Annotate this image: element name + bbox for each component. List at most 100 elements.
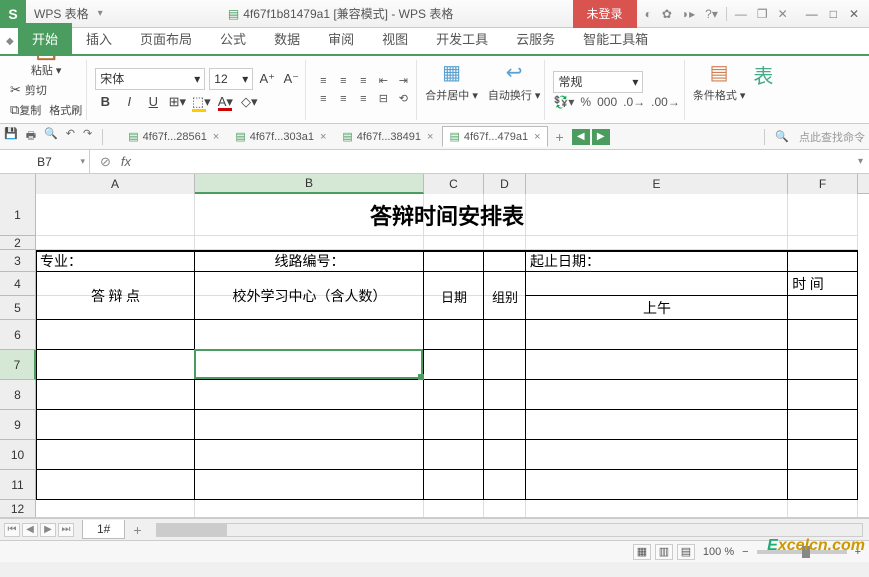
- cond-format-button[interactable]: ▤条件格式 ▾: [693, 60, 746, 120]
- page-view-icon[interactable]: ▥: [655, 544, 673, 560]
- border-button[interactable]: ⊞▾: [167, 92, 187, 112]
- minimize-icon[interactable]: —: [806, 7, 818, 21]
- name-box[interactable]: B7▾: [0, 150, 90, 173]
- close-tab-icon[interactable]: ×: [213, 131, 219, 143]
- align-left-button[interactable]: ≡: [314, 91, 332, 107]
- row-header-9[interactable]: 9: [0, 410, 36, 440]
- tab-cloud[interactable]: 云服务: [502, 23, 569, 54]
- increase-font-button[interactable]: A⁺: [257, 69, 277, 89]
- fill-color-button[interactable]: ⬚▾: [191, 92, 211, 112]
- tab-insert[interactable]: 插入: [72, 23, 126, 54]
- align-middle-button[interactable]: ≡: [334, 73, 352, 89]
- col-header-B[interactable]: B: [195, 174, 424, 194]
- cancel-formula-icon[interactable]: ⊘: [100, 154, 111, 170]
- zoom-out-icon[interactable]: −: [742, 546, 748, 558]
- row-header-3[interactable]: 3: [0, 250, 36, 272]
- row-header-2[interactable]: 2: [0, 236, 36, 250]
- select-all-corner[interactable]: [0, 174, 36, 194]
- doc-tab-1[interactable]: ▤4f67f...28561×: [121, 126, 226, 147]
- sheet-last-icon[interactable]: ⏭: [58, 523, 74, 537]
- settings-icon[interactable]: ✿: [662, 7, 672, 21]
- file-menu-icon[interactable]: ◆: [6, 36, 16, 46]
- decrease-font-button[interactable]: A⁻: [281, 69, 301, 89]
- sheet-tab[interactable]: 1#: [82, 520, 125, 539]
- align-top-button[interactable]: ≡: [314, 73, 332, 89]
- row-header-1[interactable]: 1: [0, 194, 36, 236]
- sync-icon[interactable]: ◐: [645, 7, 652, 21]
- horizontal-scrollbar[interactable]: [156, 523, 863, 537]
- app-menu-dropdown[interactable]: ▾: [98, 8, 109, 19]
- font-name-select[interactable]: 宋体▾: [95, 68, 205, 90]
- align-center-button[interactable]: ≡: [334, 91, 352, 107]
- percent-button[interactable]: %: [580, 95, 591, 109]
- font-color-button[interactable]: A▾: [215, 92, 235, 112]
- font-size-select[interactable]: 12▾: [209, 68, 253, 90]
- merge-button[interactable]: ⊟: [374, 91, 392, 107]
- clear-format-button[interactable]: ◇▾: [239, 92, 259, 112]
- tab-data[interactable]: 数据: [260, 23, 314, 54]
- tab-formula[interactable]: 公式: [206, 23, 260, 54]
- italic-button[interactable]: I: [119, 92, 139, 112]
- col-header-E[interactable]: E: [526, 174, 788, 194]
- formula-input[interactable]: [141, 150, 852, 173]
- zoom-value[interactable]: 100 %: [703, 546, 734, 558]
- paste-button[interactable]: 📋 粘贴 ▾: [31, 56, 62, 78]
- normal-view-icon[interactable]: ▦: [633, 544, 651, 560]
- save-icon[interactable]: 💾: [4, 127, 18, 146]
- doc-tab-4[interactable]: ▤4f67f...479a1×: [442, 126, 547, 147]
- close-tab-icon[interactable]: ×: [534, 131, 540, 143]
- inner-close-icon[interactable]: ✕: [778, 7, 788, 21]
- skin-icon[interactable]: ◗▸: [682, 7, 695, 21]
- decrease-decimal-button[interactable]: .00→: [651, 95, 680, 109]
- help-icon[interactable]: ?▾: [705, 7, 718, 21]
- tab-nav-right[interactable]: ▶: [592, 129, 610, 145]
- comma-button[interactable]: 000: [597, 95, 617, 109]
- doc-tab-2[interactable]: ▤4f67f...303a1×: [228, 126, 333, 147]
- tab-review[interactable]: 审阅: [314, 23, 368, 54]
- align-bottom-button[interactable]: ≡: [354, 73, 372, 89]
- row-header-11[interactable]: 11: [0, 470, 36, 500]
- maximize-icon[interactable]: □: [830, 7, 837, 21]
- expand-formula-icon[interactable]: ▾: [852, 156, 869, 167]
- row-header-7[interactable]: 7: [0, 350, 36, 380]
- undo-icon[interactable]: ↶: [66, 127, 75, 146]
- currency-button[interactable]: 💱▾: [553, 95, 574, 109]
- col-header-F[interactable]: F: [788, 174, 858, 194]
- inner-restore-icon[interactable]: ❐: [757, 7, 768, 21]
- add-tab-button[interactable]: +: [550, 129, 570, 145]
- close-icon[interactable]: ✕: [849, 7, 859, 21]
- sheet-prev-icon[interactable]: ◀: [22, 523, 38, 537]
- tab-start[interactable]: 开始: [18, 23, 72, 54]
- tab-view[interactable]: 视图: [368, 23, 422, 54]
- close-tab-icon[interactable]: ×: [427, 131, 433, 143]
- inner-min-icon[interactable]: —: [735, 7, 747, 21]
- table-style-button[interactable]: 表: [753, 60, 773, 120]
- row-header-8[interactable]: 8: [0, 380, 36, 410]
- row-header-5[interactable]: 5: [0, 296, 36, 320]
- fx-icon[interactable]: fx: [121, 154, 131, 170]
- tab-nav-left[interactable]: ◀: [572, 129, 590, 145]
- sheet-next-icon[interactable]: ▶: [40, 523, 56, 537]
- indent-right-button[interactable]: ⇥: [394, 73, 412, 89]
- cut-button[interactable]: ✂剪切: [10, 82, 82, 98]
- row-header-12[interactable]: 12: [0, 500, 36, 518]
- redo-icon[interactable]: ↷: [83, 127, 92, 146]
- row-header-4[interactable]: 4: [0, 272, 36, 296]
- col-header-D[interactable]: D: [484, 174, 526, 194]
- indent-left-button[interactable]: ⇤: [374, 73, 392, 89]
- format-painter-button[interactable]: 格式刷: [49, 102, 82, 118]
- col-header-C[interactable]: C: [424, 174, 484, 194]
- align-right-button[interactable]: ≡: [354, 91, 372, 107]
- row-header-10[interactable]: 10: [0, 440, 36, 470]
- wrap-text-button[interactable]: ↩自动换行 ▾: [488, 60, 541, 120]
- tab-dev[interactable]: 开发工具: [422, 23, 502, 54]
- tab-tools[interactable]: 智能工具箱: [569, 23, 662, 54]
- print-icon[interactable]: 🖶: [26, 127, 36, 146]
- number-format-select[interactable]: 常规▾: [553, 71, 643, 93]
- search-hint[interactable]: 点此查找命令: [799, 129, 865, 145]
- merge-center-button[interactable]: ▦合并居中 ▾: [425, 60, 478, 120]
- bold-button[interactable]: B: [95, 92, 115, 112]
- doc-tab-3[interactable]: ▤4f67f...38491×: [335, 126, 440, 147]
- spreadsheet-grid[interactable]: ABCDEF 123456789101112 答辩时间安排表专业：线路编号：起止…: [0, 174, 869, 518]
- underline-button[interactable]: U: [143, 92, 163, 112]
